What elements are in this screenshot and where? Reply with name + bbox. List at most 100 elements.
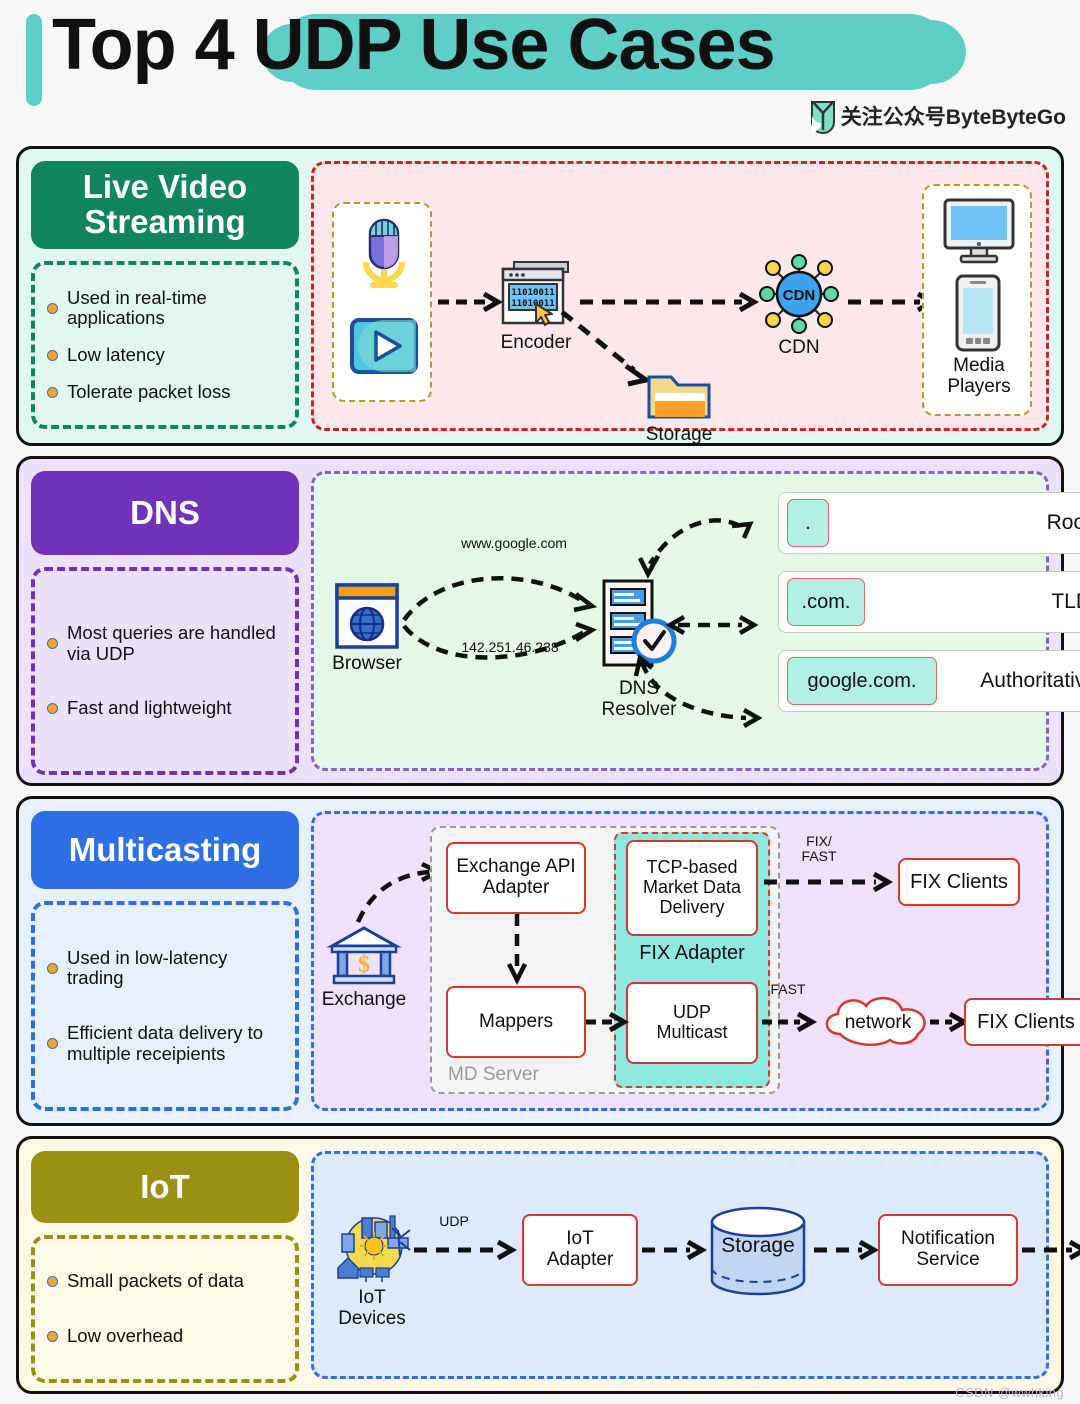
source-devices-group: [332, 202, 432, 402]
iot-diagram: IoT Devices UDP IoT Adapter Storage Noti…: [311, 1151, 1080, 1379]
page-title: Top 4 UDP Use Cases: [52, 4, 776, 86]
network-cloud-text: network: [845, 1012, 912, 1033]
bullet-dot-icon: [47, 638, 58, 650]
page-header: Top 4 UDP Use Cases 关注公众号ByteByteGo: [0, 0, 1080, 140]
fix-clients-bottom-box: FIX Clients: [964, 998, 1080, 1046]
bullet-label: Tolerate packet loss: [67, 380, 231, 402]
bullet-label: Fast and lightweight: [67, 697, 232, 719]
bullet-dot-icon: [47, 349, 58, 361]
watermark: CSDN @wwhking: [955, 1385, 1064, 1400]
cdn-node: CDN CDN: [756, 252, 854, 359]
arrow-adapter-to-storage: [642, 1239, 708, 1261]
exchange-api-adapter-box: Exchange API Adapter: [446, 842, 586, 914]
section-iot: IoT Small packets of data Low overhead I…: [16, 1136, 1080, 1394]
bullet-item: Used in real-time applications: [47, 286, 285, 329]
mappers-box: Mappers: [446, 986, 586, 1058]
cdn-network-icon: CDN: [759, 254, 839, 334]
arrow-encoder-to-cdn: [580, 291, 760, 313]
encoder-binary-line-2: 11010011: [511, 299, 554, 309]
bank-icon: $: [326, 926, 402, 985]
bullet-label: Low overhead: [67, 1325, 184, 1346]
bullet-label: Low latency: [67, 344, 165, 365]
bullet-label: Used in low-latency trading: [67, 946, 228, 989]
arrow-tcp-to-fix-clients: [764, 871, 894, 893]
microphone-icon: [363, 218, 405, 288]
bullet-item: Low latency: [47, 344, 285, 366]
bullet-label: Most queries are handled via UDP: [67, 621, 276, 664]
bytebytego-logo-icon: [810, 101, 835, 134]
bullet-label: Efficient data delivery to multiple rece…: [67, 1022, 264, 1064]
dns-server-row-tld: .com. TLD: [778, 571, 1080, 633]
dns-diagram: Browser www.google.com 142.251.46.238 DN…: [311, 471, 1080, 771]
cdn-label: CDN: [778, 337, 820, 358]
brand-label: 关注公众号ByteByteGo: [840, 106, 1066, 129]
dns-chip-root: .: [787, 499, 829, 547]
bullet-dot-icon: [47, 962, 58, 974]
section-2-left-column: DNS Most queries are handled via UDP Fas…: [31, 471, 299, 775]
bullet-label: Small packets of data: [67, 1270, 244, 1292]
dns-server-name-root: Root: [1046, 511, 1080, 534]
iot-devices-label: IoT Devices: [338, 1287, 406, 1329]
arrow-resolver-tld: [665, 615, 759, 635]
dns-server-row-root: . Root: [778, 492, 1080, 554]
arrow-storage-to-notification: [814, 1239, 880, 1261]
iot-storage-text: Storage: [721, 1234, 795, 1257]
bullet-item: Most queries are handled via UDP: [47, 621, 285, 664]
section-3-badge: Multicasting: [31, 811, 299, 889]
bullet-label: Used in real-time applications: [67, 286, 207, 329]
infographic-page: Top 4 UDP Use Cases 关注公众号ByteByteGo Live…: [0, 0, 1080, 1404]
section-2-badge: DNS: [31, 471, 299, 555]
smartphone-icon: [955, 274, 1001, 352]
bullet-item: Used in low-latency trading: [47, 946, 285, 989]
dns-chip-authoritative: google.com.: [787, 657, 937, 705]
dns-server-name-authoritative: Authoritative: [980, 669, 1080, 692]
section-1-bullets: Used in real-time applications Low laten…: [31, 261, 299, 429]
section-1-badge: Live Video Streaming: [31, 161, 299, 249]
md-server-label: MD Server: [448, 1064, 539, 1085]
section-1-left-column: Live Video Streaming Used in real-time a…: [31, 161, 299, 431]
cdn-node-text: CDN: [783, 287, 816, 304]
section-3-left-column: Multicasting Used in low-latency trading…: [31, 811, 299, 1111]
folder-icon: [647, 375, 711, 419]
bullet-dot-icon: [47, 1330, 58, 1342]
brand: 关注公众号ByteByteGo: [809, 100, 1066, 134]
arrow-devices-to-adapter: [414, 1239, 518, 1261]
section-2-bullets: Most queries are handled via UDP Fast an…: [31, 567, 299, 775]
arrow-api-to-mappers: [506, 914, 528, 986]
arrow-resolver-root: [637, 518, 754, 579]
fix-clients-top-box: FIX Clients: [898, 858, 1020, 906]
dns-answer-label: 142.251.46.238: [461, 639, 559, 655]
cloud-icon: network: [825, 997, 926, 1047]
section-4-left-column: IoT Small packets of data Low overhead: [31, 1151, 299, 1383]
network-cloud-node: network: [818, 990, 938, 1052]
section-2-right-column: Browser www.google.com 142.251.46.238 DN…: [311, 471, 1080, 771]
bullet-item: Low overhead: [47, 1325, 285, 1347]
bullet-item: Tolerate packet loss: [47, 380, 285, 403]
arrow-notification-to-email: [1022, 1239, 1080, 1261]
video-play-icon: [350, 318, 418, 374]
bullet-item: Fast and lightweight: [47, 698, 285, 719]
bullet-dot-icon: [47, 386, 58, 398]
iot-devices-node: IoT Devices: [332, 1212, 430, 1329]
udp-multicast-box: UDP Multicast: [626, 982, 758, 1064]
fast-label: FAST: [770, 981, 806, 997]
title-accent-bar: [26, 14, 42, 106]
encoder-binary-line-1: 11010011: [511, 288, 554, 298]
svg-text:$: $: [358, 952, 370, 978]
bullet-dot-icon: [47, 703, 58, 715]
bullet-dot-icon: [47, 1038, 58, 1050]
arrow-mappers-to-udp: [586, 1011, 630, 1033]
media-players-label: Media Players: [947, 355, 1011, 397]
bullet-dot-icon: [47, 302, 58, 314]
udp-protocol-label: UDP: [439, 1213, 469, 1229]
monitor-icon: [943, 198, 1015, 264]
section-live-video-streaming: Live Video Streaming Used in real-time a…: [16, 146, 1064, 446]
dns-server-name-tld: TLD: [1051, 590, 1080, 613]
section-multicasting: Multicasting Used in low-latency trading…: [16, 796, 1080, 1126]
bullet-item: Efficient data delivery to multiple rece…: [47, 1022, 285, 1064]
title-highlight-text: UDP Use Cases: [252, 5, 776, 85]
media-players-group: Media Players: [922, 184, 1032, 416]
live-streaming-diagram: 11010011 11010011 Encoder Storage CDN CD…: [311, 161, 1049, 445]
dns-server-row-authoritative: google.com. Authoritative: [778, 650, 1080, 712]
bullet-item: Small packets of data: [47, 1271, 285, 1292]
